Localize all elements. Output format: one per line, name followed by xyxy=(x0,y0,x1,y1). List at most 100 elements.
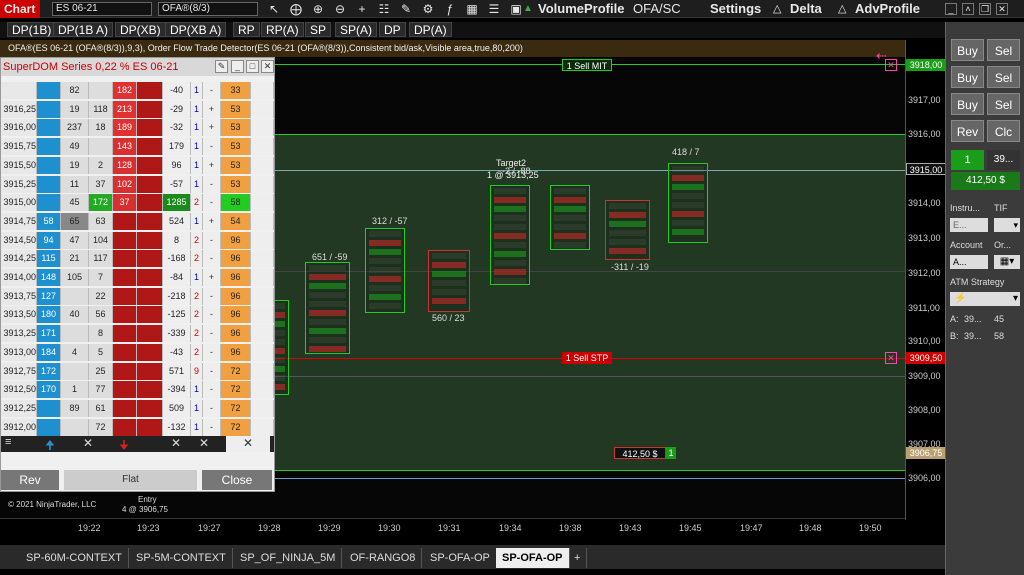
superdom-rev-button[interactable]: Rev xyxy=(1,470,59,490)
superdom-row[interactable]: 3914,25 115 21 117 -168 2-96 xyxy=(1,250,274,268)
cancel-all-icon[interactable]: ✕ xyxy=(199,436,209,450)
superdom-cell-ask[interactable] xyxy=(113,212,137,230)
superdom-row[interactable]: 3913,50 180 40 56 -125 2-96 xyxy=(1,306,274,324)
sell-market-button[interactable]: Sel xyxy=(987,39,1020,61)
sell-bid-button[interactable]: Sel xyxy=(987,93,1020,115)
superdom-settings-icon[interactable]: ✎ xyxy=(215,60,228,73)
superdom-cell-blank[interactable] xyxy=(137,138,163,156)
superdom-cell-blank[interactable] xyxy=(137,119,163,137)
superdom-row[interactable]: 3912,00 72 -132 1-72 xyxy=(1,418,274,436)
crosshair-icon[interactable]: ⨁ xyxy=(289,0,303,18)
superdom-cell-bid[interactable] xyxy=(37,82,61,99)
superdom-maximize-icon[interactable]: □ xyxy=(246,60,259,73)
superdom-cell-bid[interactable] xyxy=(37,100,61,118)
superdom-cell-blank[interactable] xyxy=(137,418,163,436)
superdom-cell-blank[interactable] xyxy=(137,250,163,268)
restore-icon[interactable]: ❐ xyxy=(979,3,991,15)
superdom-cell-bid[interactable] xyxy=(37,175,61,193)
indicator-icon[interactable]: ƒ xyxy=(443,0,457,18)
zoom-in-icon[interactable]: ⊕ xyxy=(311,0,325,18)
superdom-row[interactable]: 3915,75 49 143 179 1-53 xyxy=(1,138,274,156)
superdom-cell-bid[interactable]: 184 xyxy=(37,343,61,361)
indicator-button-6[interactable]: SP xyxy=(305,22,332,37)
volume-profile-button[interactable]: VolumeProfile xyxy=(538,0,624,18)
superdom-cell-blank[interactable] xyxy=(137,156,163,174)
superdom-row[interactable]: 82 182 -40 1-33 xyxy=(1,82,274,99)
price-axis[interactable]: 3917,00 3916,00 3914,00 3913,00 3912,00 3911,… xyxy=(905,40,946,520)
chart-tab-1[interactable]: SP-5M-CONTEXT xyxy=(130,548,233,568)
sell-stp-order[interactable]: 1 Sell STP xyxy=(562,352,612,364)
superdom-cell-ask[interactable]: 189 xyxy=(113,119,137,137)
superdom-cell-bid[interactable]: 94 xyxy=(37,231,61,249)
buy-arrow-icon[interactable]: 🠉 xyxy=(45,436,55,457)
superdom-row[interactable]: 3916,00 237 18 189 -32 1 +53 xyxy=(1,119,274,137)
ofa-sc-button[interactable]: OFA/SC xyxy=(633,0,681,18)
superdom-row[interactable]: 3913,00 184 4 5 -43 2-96 xyxy=(1,343,274,361)
plus-icon[interactable]: + xyxy=(355,0,369,18)
superdom-row[interactable]: 3913,25 171 8 -339 2-96 xyxy=(1,325,274,343)
bars-type-select[interactable]: OFA®(8/3) xyxy=(158,2,258,16)
indicator-button-1[interactable]: DP(1B A) xyxy=(53,22,114,37)
superdom-cell-blank[interactable] xyxy=(137,269,163,286)
superdom-row[interactable]: 3915,25 11 37 102 -57 1-53 xyxy=(1,175,274,193)
superdom-cell-ask[interactable]: 102 xyxy=(113,175,137,193)
chart-trader-icon[interactable]: ▣ xyxy=(509,0,523,18)
superdom-cell-ask[interactable] xyxy=(113,250,137,268)
superdom-row[interactable]: 3914,75 58 65 63 524 1 +54 xyxy=(1,212,274,230)
superdom-cell-blank[interactable] xyxy=(137,100,163,118)
grid-icon[interactable]: ▦ xyxy=(465,0,479,18)
instrument-select[interactable]: E... xyxy=(950,218,988,232)
superdom-cell-ask[interactable] xyxy=(113,418,137,436)
strategy-icon[interactable]: ⚙ xyxy=(421,0,435,18)
buy-bid-button[interactable]: Buy xyxy=(951,93,984,115)
superdom-cell-bid[interactable]: 180 xyxy=(37,306,61,324)
footprint-bar[interactable] xyxy=(550,185,590,250)
superdom-row[interactable]: 3912,50 170 1 77 -394 1-72 xyxy=(1,381,274,399)
chevron-up-icon[interactable]: ˄ xyxy=(962,3,974,15)
superdom-cell-blank[interactable] xyxy=(137,325,163,343)
chart-tab-3[interactable]: OF-RANGO8 xyxy=(344,548,423,568)
superdom-close-icon[interactable]: ✕ xyxy=(261,60,274,73)
tif-select[interactable]: ▾ xyxy=(994,218,1020,232)
pnl-qty-tag[interactable]: 1 xyxy=(666,447,676,459)
superdom-cell-bid[interactable]: 58 xyxy=(37,212,61,230)
superdom-cell-blank[interactable] xyxy=(137,194,163,212)
footprint-bar[interactable] xyxy=(490,185,530,285)
sell-mit-order[interactable]: 1 Sell MIT xyxy=(562,59,612,71)
order-qty-icon[interactable]: ▦▾ xyxy=(994,255,1020,269)
superdom-row[interactable]: 3915,50 19 2 128 96 1 +53 xyxy=(1,156,274,174)
indicator-button-9[interactable]: DP(A) xyxy=(409,22,452,37)
superdom-row[interactable]: 3914,00 148 105 7 -84 1 +96 xyxy=(1,269,274,286)
instrument-select[interactable]: ES 06-21 xyxy=(52,2,152,16)
add-tab-button[interactable]: + xyxy=(568,548,588,568)
superdom-cell-ask[interactable] xyxy=(113,325,137,343)
time-axis[interactable]: 19:22 19:23 19:27 19:28 19:29 19:30 19:31 19:34… xyxy=(0,518,905,538)
superdom-cell-blank[interactable] xyxy=(137,306,163,324)
superdom-cell-blank[interactable] xyxy=(137,212,163,230)
cancel-stp-icon[interactable]: ✕ xyxy=(885,352,897,364)
footprint-bar[interactable] xyxy=(605,200,650,260)
indicator-button-8[interactable]: DP xyxy=(379,22,406,37)
buy-market-button[interactable]: Buy xyxy=(951,39,984,61)
cancel-sell-icon[interactable]: ✕ xyxy=(171,436,181,450)
indicator-button-2[interactable]: DP(XB) xyxy=(115,22,166,37)
cancel-buy-icon[interactable]: ✕ xyxy=(83,436,93,450)
superdom-cell-bid[interactable]: 127 xyxy=(37,287,61,305)
superdom-row[interactable]: 3916,25 19 118 213 -29 1 +53 xyxy=(1,100,274,118)
superdom-cell-bid[interactable] xyxy=(37,418,61,436)
superdom-row[interactable]: 3915,00 45 172 37 1285 2-58 xyxy=(1,194,274,212)
indicator-button-0[interactable]: DP(1B) xyxy=(7,22,57,37)
superdom-cell-bid[interactable]: 170 xyxy=(37,381,61,399)
superdom-cell-bid[interactable] xyxy=(37,138,61,156)
properties-icon[interactable]: ☷ xyxy=(377,0,391,18)
sell-ask-button[interactable]: Sel xyxy=(987,66,1020,88)
clear-icon[interactable]: ✕ xyxy=(226,436,270,452)
superdom-cell-ask[interactable]: 128 xyxy=(113,156,137,174)
close-icon[interactable]: ✕ xyxy=(996,3,1008,15)
superdom-cell-ask[interactable] xyxy=(113,381,137,399)
superdom-cell-bid[interactable]: 171 xyxy=(37,325,61,343)
pointer-icon[interactable]: ↖ xyxy=(267,0,281,18)
superdom-cell-blank[interactable] xyxy=(137,287,163,305)
superdom-cell-bid[interactable] xyxy=(37,194,61,212)
chart-tab-0[interactable]: SP-60M-CONTEXT xyxy=(20,548,129,568)
